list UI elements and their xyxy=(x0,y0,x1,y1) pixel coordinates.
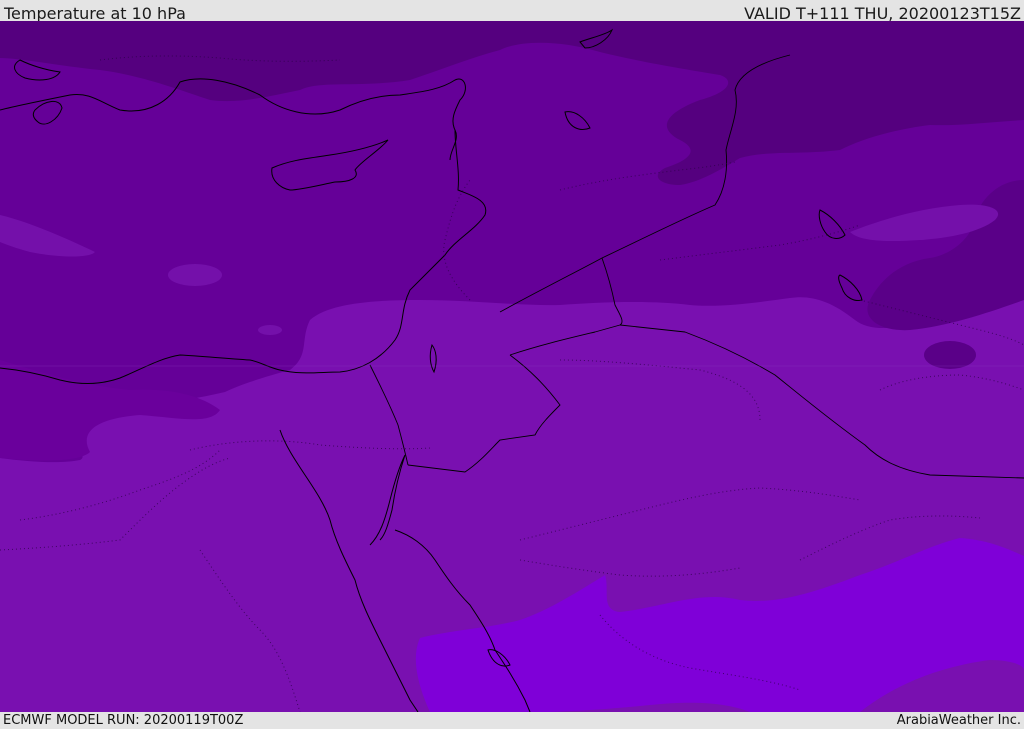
map-panel xyxy=(0,21,1024,712)
field-pocket-sea-2 xyxy=(258,325,282,335)
weather-map-page: Temperature at 10 hPa VALID T+111 THU, 2… xyxy=(0,0,1024,729)
model-run-label: ECMWF MODEL RUN: 20200119T00Z xyxy=(3,713,244,728)
map-canvas xyxy=(0,21,1024,712)
field-pocket-east-2 xyxy=(924,341,976,369)
field-pocket-sea-1 xyxy=(168,264,222,286)
credit-label: ArabiaWeather Inc. xyxy=(896,713,1021,728)
